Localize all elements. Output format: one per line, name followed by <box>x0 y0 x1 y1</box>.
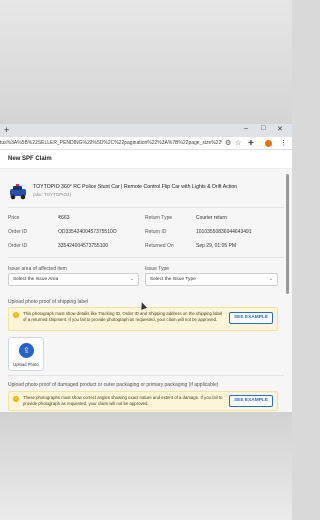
return-type-label: Return Type <box>145 215 173 221</box>
returned-on-value: Sep 29, 01:05 PM <box>196 243 237 249</box>
issue-type-select[interactable]: Select the Issue Type ⌄ <box>145 273 278 286</box>
returned-on-label: Returned On <box>145 243 174 249</box>
puzzle-icon[interactable]: ✚ <box>248 139 254 147</box>
close-window-button[interactable]: ✕ <box>277 125 283 133</box>
shipping-label-note: ! This photograph must show details like… <box>8 307 278 331</box>
browser-window: + – □ ✕ tus%3A%5B%22SELLER_PENDING%22%5D… <box>0 124 292 412</box>
order-item-value: 335424004573755100 <box>58 243 109 249</box>
see-example-button[interactable]: SEE EXAMPLE <box>229 312 273 324</box>
new-tab-button[interactable]: + <box>4 125 9 135</box>
info-icon: ! <box>13 312 19 318</box>
issue-type-value: Select the Issue Type <box>150 277 196 282</box>
issue-area-value: Select the Issue Area <box>13 277 59 282</box>
return-type-value: Courier return <box>196 215 227 221</box>
order-id-label: Order ID <box>8 229 28 235</box>
price-label: Price <box>8 215 20 221</box>
price-value: ₹663 <box>58 215 70 221</box>
return-id-label: Return ID <box>145 229 167 235</box>
chevron-down-icon: ⌄ <box>129 276 134 282</box>
extension-icon[interactable]: ⚙ <box>225 139 231 147</box>
upload-photo-button[interactable]: ⇪ Upload Photo <box>8 337 44 371</box>
minimize-button[interactable]: – <box>244 125 248 132</box>
shipping-note-text: This photograph must show details like T… <box>23 311 223 322</box>
maximize-button[interactable]: □ <box>261 125 265 132</box>
see-example-button-2[interactable]: SEE EXAMPLE <box>229 395 273 407</box>
background-bottom <box>0 412 292 520</box>
address-bar[interactable]: tus%3A%5B%22SELLER_PENDING%22%5D%2C%22pa… <box>0 137 292 150</box>
divider <box>8 257 284 258</box>
order-id-value: OD33542400457375510O <box>58 229 117 235</box>
modal-title: New SPF Claim <box>8 156 52 162</box>
background-top <box>0 0 292 124</box>
issue-area-label: Issue area of affected item <box>8 266 67 272</box>
product-title: TOYTOPIO 360° RC Police Stunt Car | Remo… <box>33 184 238 190</box>
upload-icon: ⇪ <box>19 343 34 358</box>
damaged-proof-note: ! These photographs must show correct an… <box>8 391 278 411</box>
menu-icon[interactable]: ⋮ <box>280 139 287 147</box>
damaged-note-text: These photographs must show correct angl… <box>23 395 223 406</box>
url-text[interactable]: tus%3A%5B%22SELLER_PENDING%22%5D%2C%22pa… <box>0 140 222 146</box>
star-icon[interactable]: ☆ <box>235 139 241 147</box>
issue-area-select[interactable]: Select the Issue Area ⌄ <box>8 273 139 286</box>
order-item-label: Order ID <box>8 243 28 249</box>
info-icon: ! <box>13 396 19 402</box>
tab-bar: + – □ ✕ <box>0 124 292 137</box>
divider <box>8 207 284 208</box>
shipping-label-title: Upload photo proof of shipping label <box>8 299 89 305</box>
chevron-down-icon: ⌄ <box>268 276 273 282</box>
product-image <box>10 184 26 200</box>
upload-photo-label: Upload Photo <box>13 362 39 367</box>
modal-header: New SPF Claim <box>0 150 292 169</box>
claim-form: TOYTOPIO 360° RC Police Stunt Car | Remo… <box>0 169 292 412</box>
divider <box>8 375 284 376</box>
issue-type-label: Issue Type <box>145 266 170 272</box>
product-sku: (sku: TOYTOPIO4) <box>33 192 72 197</box>
return-id-value: 10103550836044643491 <box>196 229 252 235</box>
profile-avatar[interactable] <box>265 140 272 147</box>
scrollbar[interactable] <box>286 174 289 294</box>
damaged-proof-title: Upload photo proof of damaged product or… <box>8 382 219 388</box>
